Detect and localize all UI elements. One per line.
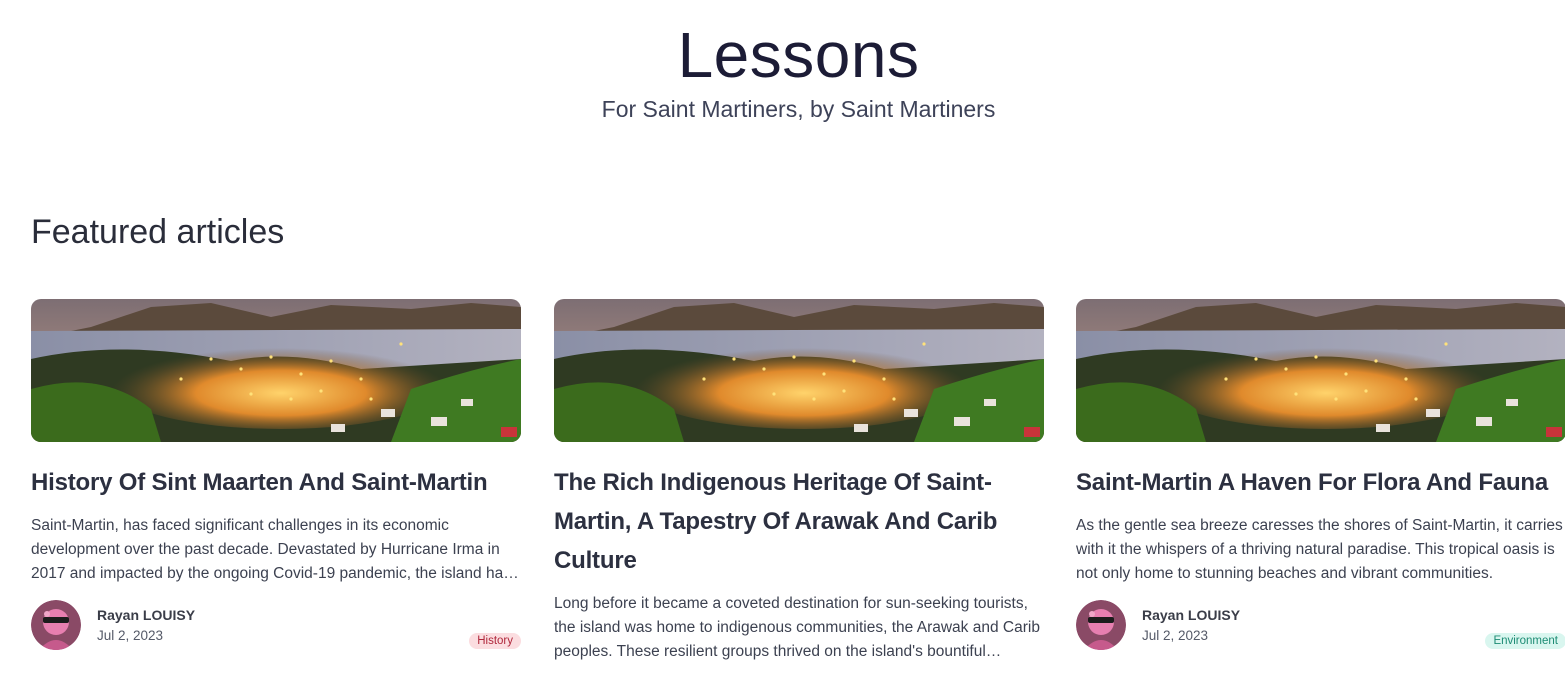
article-image[interactable] — [1076, 299, 1565, 442]
author-name[interactable]: Rayan LOUISY — [97, 607, 195, 623]
publish-date: Jul 2, 2023 — [1142, 628, 1209, 643]
island-bay-photo-icon — [1076, 299, 1565, 442]
author-avatar-icon — [31, 600, 81, 650]
category-tag[interactable]: History — [469, 633, 521, 649]
page-title: Lessons — [677, 19, 920, 91]
article-meta: Rayan LOUISY Jul 2, 2023 Environment — [1076, 600, 1565, 656]
island-bay-photo-icon — [31, 299, 521, 442]
article-card[interactable]: The Rich Indigenous Heritage Of Saint-Ma… — [554, 299, 1044, 664]
article-image[interactable] — [31, 299, 521, 442]
publish-date: Jul 2, 2023 — [97, 628, 164, 643]
article-card[interactable]: History Of Sint Maarten And Saint-Martin… — [31, 299, 521, 656]
page-subtitle: For Saint Martiners, by Saint Martiners — [601, 96, 996, 122]
hero: Lessons For Saint Martiners, by Saint Ma… — [0, 0, 1565, 124]
category-tag[interactable]: Environment — [1485, 633, 1565, 649]
article-title[interactable]: History Of Sint Maarten And Saint-Martin — [31, 463, 521, 502]
avatar[interactable] — [1076, 600, 1126, 650]
article-image[interactable] — [554, 299, 1044, 442]
article-meta: Rayan LOUISY Jul 2, 2023 History — [31, 600, 521, 656]
island-bay-photo-icon — [554, 299, 1044, 442]
article-excerpt: Saint-Martin, has faced significant chal… — [31, 517, 511, 582]
article-title[interactable]: The Rich Indigenous Heritage Of Saint-Ma… — [554, 463, 1044, 580]
section-title: Featured articles — [31, 213, 285, 251]
author-name[interactable]: Rayan LOUISY — [1142, 607, 1240, 623]
author-avatar-icon — [1076, 600, 1126, 650]
article-title[interactable]: Saint-Martin A Haven For Flora And Fauna — [1076, 463, 1565, 502]
article-excerpt: As the gentle sea breeze caresses the sh… — [1076, 517, 1563, 582]
avatar[interactable] — [31, 600, 81, 650]
article-excerpt: Long before it became a coveted destinat… — [554, 595, 1040, 660]
article-card[interactable]: Saint-Martin A Haven For Flora And Fauna… — [1076, 299, 1565, 656]
